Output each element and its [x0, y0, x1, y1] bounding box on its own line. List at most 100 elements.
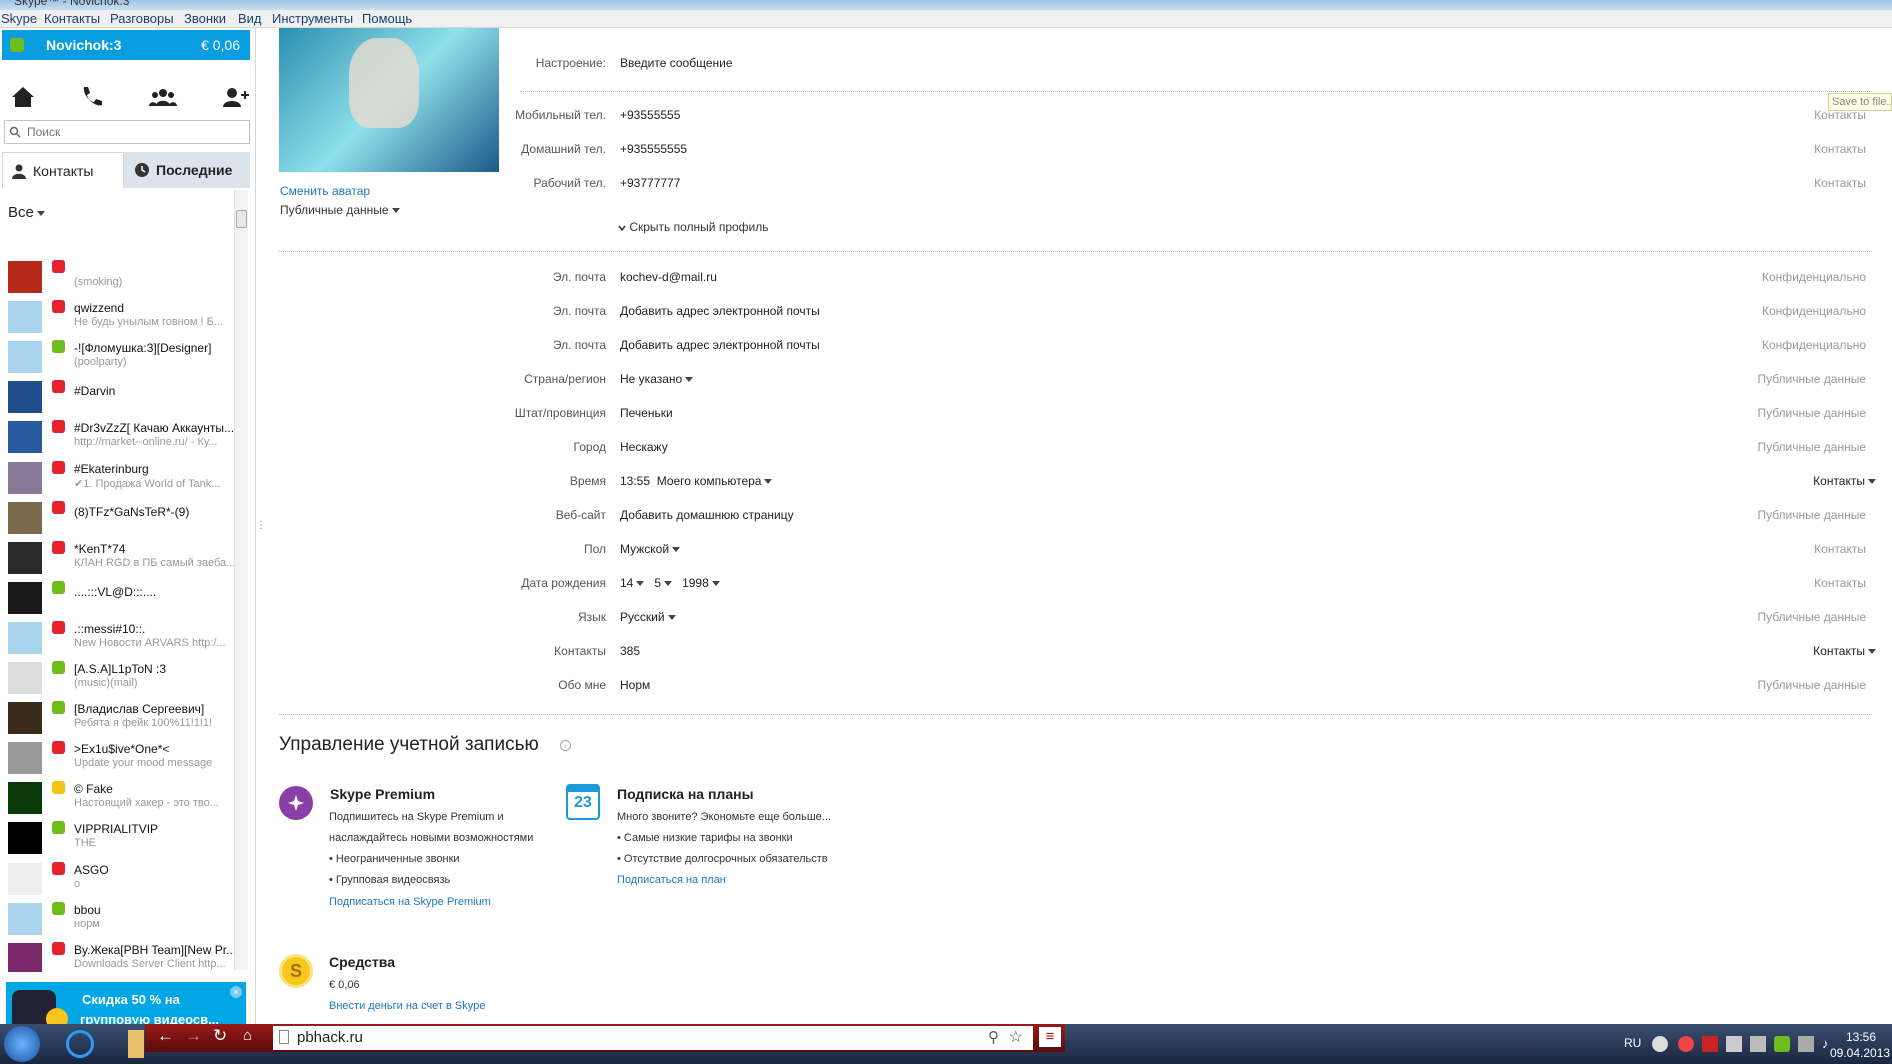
privacy-select[interactable]: Публичные данные [1757, 610, 1866, 624]
menu-skype[interactable]: Skype [1, 11, 37, 26]
address-bar[interactable]: pbhack.ru ⚲ ☆ [273, 1026, 1033, 1050]
menu-conversations[interactable]: Разговоры [110, 11, 174, 26]
list-item[interactable]: #Dr3vZzZ[ Качаю Аккаунты... http://market… [8, 420, 234, 460]
online-status-icon[interactable] [10, 38, 24, 52]
mood-input[interactable]: Введите сообщение [620, 56, 733, 70]
user-status-bar[interactable]: Novichok:3 € 0,06 [2, 30, 250, 60]
list-item[interactable]: #Darvin [8, 380, 230, 420]
phone-icon[interactable] [76, 82, 106, 112]
list-item[interactable]: © Fake Настоящий хакер - это тво... [8, 781, 230, 821]
search-box[interactable] [4, 120, 250, 144]
timezone-select[interactable]: Моего компьютера [657, 474, 773, 488]
field-value[interactable]: Мужской [620, 542, 681, 556]
privacy-select[interactable]: Контакты [1814, 542, 1866, 556]
field-value[interactable]: Добавить домашнюю страницу [620, 508, 794, 522]
tray-icon[interactable] [1702, 1036, 1718, 1052]
clock-date[interactable]: 09.04.2013 [1830, 1046, 1890, 1060]
zoom-icon[interactable]: ⚲ [988, 1028, 999, 1046]
language-indicator[interactable]: RU [1624, 1036, 1641, 1050]
field-value[interactable]: kochev-d@mail.ru [620, 270, 717, 284]
scrollbar-thumb[interactable] [236, 210, 247, 228]
reload-icon[interactable]: ↻ [213, 1026, 227, 1046]
menu-tools[interactable]: Инструменты [272, 11, 353, 26]
group-icon[interactable] [148, 82, 178, 112]
privacy-select[interactable]: Контакты [1813, 644, 1876, 658]
menu-help[interactable]: Помощь [362, 11, 412, 26]
contacts-scrollbar[interactable] [234, 190, 248, 970]
skype-tray-icon[interactable] [1774, 1036, 1790, 1052]
list-item[interactable]: qwizzend Не будь унылым говном ! Б... [8, 300, 230, 340]
list-item[interactable]: *KenT*74 КЛАН RGD в ПБ самый заеба... [8, 540, 234, 581]
arrow-right-icon[interactable]: › [560, 740, 571, 751]
privacy-select[interactable]: Публичные данные [1757, 508, 1866, 522]
list-item[interactable]: bbou норм [8, 901, 230, 942]
home-icon[interactable] [8, 82, 38, 112]
menu-view[interactable]: Вид [238, 11, 262, 26]
start-button[interactable] [4, 1026, 40, 1062]
tray-icon[interactable] [1678, 1036, 1694, 1052]
home-browser-icon[interactable]: ⌂ [243, 1027, 252, 1044]
list-item[interactable]: VIPPRIALITVIP THE [8, 821, 230, 861]
add-contact-icon[interactable] [220, 82, 250, 112]
clock-time[interactable]: 13:56 [1846, 1030, 1876, 1044]
folder-icon[interactable] [128, 1030, 144, 1058]
tray-icon[interactable] [1726, 1036, 1742, 1052]
privacy-select[interactable]: Конфиденциально [1762, 304, 1866, 318]
privacy-select[interactable]: Конфиденциально [1762, 270, 1866, 284]
list-item[interactable]: .::messi#10::. New Новости ARVARS http:/.… [8, 620, 230, 661]
menu-icon[interactable]: ≡ [1039, 1027, 1061, 1047]
privacy-select[interactable]: Публичные данные [1757, 372, 1866, 386]
field-value[interactable]: Норм [620, 678, 650, 692]
field-value[interactable]: Печеньки [620, 406, 673, 420]
privacy-select[interactable]: Публичные данные [1757, 440, 1866, 454]
avatar-privacy-dropdown[interactable]: Публичные данные [280, 203, 400, 217]
menu-calls[interactable]: Звонки [184, 11, 226, 26]
list-item[interactable]: By.Жека[PBH Team][New Pr... Downloads Ser… [8, 941, 234, 972]
birth-day-select[interactable]: 14 [620, 576, 645, 590]
phone-privacy[interactable]: Контакты [1814, 108, 1866, 122]
phone-privacy[interactable]: Контакты [1814, 142, 1866, 156]
privacy-select[interactable]: Контакты [1814, 576, 1866, 590]
tray-icon[interactable] [1652, 1036, 1668, 1052]
list-item[interactable]: #Ekaterinburg ✔1. Продажа World of Tank..… [8, 460, 230, 501]
tab-contacts[interactable]: Контакты [2, 152, 124, 188]
search-input[interactable] [27, 123, 237, 141]
network-icon[interactable] [1798, 1036, 1814, 1052]
privacy-select[interactable]: Публичные данные [1757, 678, 1866, 692]
birth-month-select[interactable]: 5 [654, 576, 673, 590]
list-item[interactable]: ASGO о [8, 861, 230, 902]
list-item[interactable]: (smoking) [8, 260, 230, 300]
ie-icon[interactable] [66, 1030, 94, 1058]
field-value[interactable]: Русский [620, 610, 676, 624]
list-item[interactable]: >Ex1u$ive*One*< Update your mood message [8, 741, 230, 781]
phone-value[interactable]: +93777777 [620, 176, 680, 190]
menu-contacts[interactable]: Контакты [44, 11, 100, 26]
filter-dropdown[interactable]: Все [8, 204, 45, 221]
list-item[interactable]: [A.S.A]L1pToN :3 (music)(mail) [8, 661, 230, 701]
phone-privacy[interactable]: Контакты [1814, 176, 1866, 190]
splitter-handle[interactable]: ⋮ [256, 520, 266, 544]
list-item[interactable]: ....:::VL@D:::.... [8, 580, 230, 621]
list-item[interactable]: -![Фломушка:3][Designer] (poolparty) [8, 340, 230, 380]
privacy-select[interactable]: Контакты [1813, 474, 1876, 488]
forward-icon[interactable]: → [185, 1026, 202, 1046]
premium-subscribe-link[interactable]: Подписаться на Skype Premium [329, 896, 491, 908]
change-avatar-link[interactable]: Сменить аватар [280, 184, 370, 198]
back-icon[interactable]: ← [157, 1026, 174, 1046]
tray-icon[interactable] [1750, 1036, 1766, 1052]
list-item[interactable]: (8)TFz*GaNsTeR*-(9) [8, 500, 230, 541]
privacy-select[interactable]: Конфиденциально [1762, 338, 1866, 352]
close-icon[interactable]: × [230, 986, 242, 998]
field-value[interactable]: 385 [620, 644, 640, 658]
privacy-select[interactable]: Публичные данные [1757, 406, 1866, 420]
add-funds-link[interactable]: Внести деньги на счет в Skype [329, 1000, 486, 1012]
plans-subscribe-link[interactable]: Подписаться на план [617, 874, 726, 886]
field-value[interactable]: Добавить адрес электронной почты [620, 304, 820, 318]
tab-recent[interactable]: Последние [124, 152, 250, 188]
field-value[interactable]: Нескажу [620, 440, 668, 454]
phone-value[interactable]: +935555555 [620, 142, 687, 156]
hide-full-profile-toggle[interactable]: Скрыть полный профиль [618, 220, 769, 234]
phone-value[interactable]: +93555555 [620, 108, 680, 122]
field-value[interactable]: Добавить адрес электронной почты [620, 338, 820, 352]
field-value[interactable]: Не указано [620, 372, 694, 386]
